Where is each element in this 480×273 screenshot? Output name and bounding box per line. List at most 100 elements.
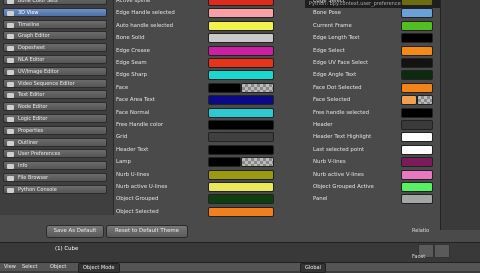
- alpha-swatch[interactable]: [241, 157, 274, 168]
- theme-color-row: Object Selected: [116, 206, 278, 219]
- editor-icon: [7, 140, 14, 146]
- color-swatch[interactable]: [401, 194, 433, 205]
- sidebar-item-label: Timeline: [18, 21, 40, 28]
- color-swatch[interactable]: [208, 206, 274, 217]
- color-swatch[interactable]: [401, 157, 433, 168]
- sidebar-item-outliner[interactable]: Outliner: [3, 137, 107, 147]
- sidebar-item-info[interactable]: Info: [3, 161, 107, 171]
- editor-icon: [7, 152, 14, 158]
- sidebar-item-label: File Browser: [18, 175, 49, 181]
- sidebar-item-nla-editor[interactable]: NLA Editor: [3, 55, 107, 64]
- scroll-region[interactable]: [440, 0, 480, 230]
- color-swatch[interactable]: [401, 0, 433, 6]
- color-swatch[interactable]: [401, 58, 433, 68]
- theme-color-label: Face Area Text: [116, 97, 155, 104]
- theme-color-label: Nurb active U-lines: [116, 184, 168, 190]
- color-swatch[interactable]: [401, 95, 417, 106]
- theme-color-row: Edge Handle selected: [116, 8, 278, 20]
- theme-colors-left: Active spline Edge Handle selected Auto ha…: [116, 0, 278, 225]
- color-swatch[interactable]: [208, 194, 274, 205]
- theme-color-label: Edge Sharp: [116, 72, 148, 79]
- sidebar-item-properties[interactable]: Properties: [3, 125, 107, 135]
- editor-icon: [7, 93, 14, 99]
- theme-color-row: Panel: [313, 194, 433, 206]
- sidebar-item-video-sequence-editor[interactable]: Video Sequence Editor: [3, 78, 107, 88]
- sidebar-item-3d-view[interactable]: 3D View: [3, 7, 107, 17]
- theme-color-label: Lamp: [116, 159, 131, 166]
- color-swatch[interactable]: [208, 144, 274, 155]
- sidebar-item-label: Logic Editor: [18, 116, 48, 122]
- color-swatch[interactable]: [208, 182, 274, 192]
- theme-color-label: Edge Select: [313, 0, 345, 4]
- theme-color-label: Face Dot Selected: [313, 84, 362, 91]
- theme-color-label: Nurb V-lines: [313, 159, 346, 166]
- orientation-dropdown[interactable]: Global: [300, 263, 326, 273]
- color-swatch[interactable]: [401, 107, 433, 118]
- sidebar-item-bone-color-sets[interactable]: Bone Color Sets: [3, 0, 107, 5]
- alpha-swatch[interactable]: [241, 82, 274, 93]
- sidebar-item-logic-editor[interactable]: Logic Editor: [3, 114, 107, 123]
- window-maximize-button[interactable]: [434, 244, 450, 258]
- color-swatch[interactable]: [208, 45, 274, 56]
- mode-dropdown[interactable]: Object Mode: [78, 263, 120, 273]
- sidebar-item-dopesheet[interactable]: Dopesheet: [3, 43, 107, 53]
- color-swatch[interactable]: [208, 0, 274, 6]
- color-swatch[interactable]: [208, 132, 274, 143]
- object-label: (1) Cube: [55, 246, 79, 252]
- theme-color-row: Lamp: [116, 157, 278, 169]
- editor-icon: [7, 22, 14, 28]
- sidebar-item-text-editor[interactable]: Text Editor: [3, 90, 107, 100]
- color-swatch[interactable]: [401, 20, 433, 31]
- color-swatch[interactable]: [208, 107, 274, 118]
- color-swatch[interactable]: [208, 82, 241, 93]
- theme-color-label: Edge Handle selected: [116, 10, 175, 17]
- color-swatch[interactable]: [208, 70, 274, 81]
- theme-color-row: Nurb U-lines: [116, 169, 278, 182]
- preferences-window: Bone Color Sets 3D View Timeline Graph Edit…: [0, 0, 480, 273]
- color-swatch[interactable]: [208, 8, 274, 19]
- color-swatch[interactable]: [208, 58, 274, 68]
- sidebar-item-node-editor[interactable]: Node Editor: [3, 102, 107, 112]
- color-swatch[interactable]: [401, 8, 433, 19]
- color-swatch[interactable]: [208, 169, 274, 180]
- theme-color-row: Free Handle color: [116, 120, 278, 132]
- theme-color-label: Face: [116, 84, 129, 91]
- color-swatch[interactable]: [208, 33, 274, 44]
- color-swatch[interactable]: [401, 70, 433, 81]
- color-swatch[interactable]: [208, 20, 274, 31]
- color-swatch[interactable]: [208, 95, 274, 106]
- color-swatch[interactable]: [401, 169, 433, 180]
- sidebar-item-label: User Preferences: [18, 151, 61, 158]
- sidebar-item-python-console[interactable]: Python Console: [3, 184, 107, 194]
- sidebar-item-label: 3D View: [18, 9, 39, 16]
- sidebar-item-label: Graph Editor: [18, 33, 50, 40]
- save-as-default-button[interactable]: Save As Default: [46, 225, 104, 238]
- theme-color-label: Bone Pose: [313, 10, 341, 17]
- sidebar-item-label: Properties: [18, 127, 44, 134]
- color-swatch[interactable]: [208, 120, 274, 130]
- sidebar-item-graph-editor[interactable]: Graph Editor: [3, 31, 107, 41]
- alpha-swatch[interactable]: [417, 95, 433, 106]
- color-swatch[interactable]: [208, 157, 241, 168]
- theme-color-label: Header Text Highlight: [313, 134, 372, 141]
- theme-color-row: Bone Pose: [313, 8, 433, 20]
- color-swatch[interactable]: [401, 144, 433, 155]
- color-swatch[interactable]: [401, 120, 433, 130]
- color-swatch[interactable]: [401, 132, 433, 143]
- theme-color-row: Header: [313, 120, 433, 132]
- sidebar-item-label: NLA Editor: [18, 57, 45, 63]
- color-swatch[interactable]: [401, 182, 433, 192]
- reset-theme-button[interactable]: Reset to Default Theme: [106, 225, 188, 238]
- color-swatch[interactable]: [401, 45, 433, 56]
- color-swatch[interactable]: [401, 33, 433, 44]
- sidebar-item-user-preferences[interactable]: User Preferences: [3, 149, 107, 159]
- sidebar-item-timeline[interactable]: Timeline: [3, 19, 107, 29]
- theme-color-label: Face Selected: [313, 97, 351, 104]
- theme-color-label: Edge Angle Text: [313, 72, 357, 79]
- theme-color-row: Object Grouped: [116, 194, 278, 206]
- sidebar-item-uv-image-editor[interactable]: UV/Image Editor: [3, 66, 107, 76]
- color-swatch[interactable]: [401, 82, 433, 93]
- editor-icon: [7, 69, 14, 75]
- sidebar-item-file-browser[interactable]: File Browser: [3, 173, 107, 182]
- theme-color-row: Header Text: [116, 144, 278, 157]
